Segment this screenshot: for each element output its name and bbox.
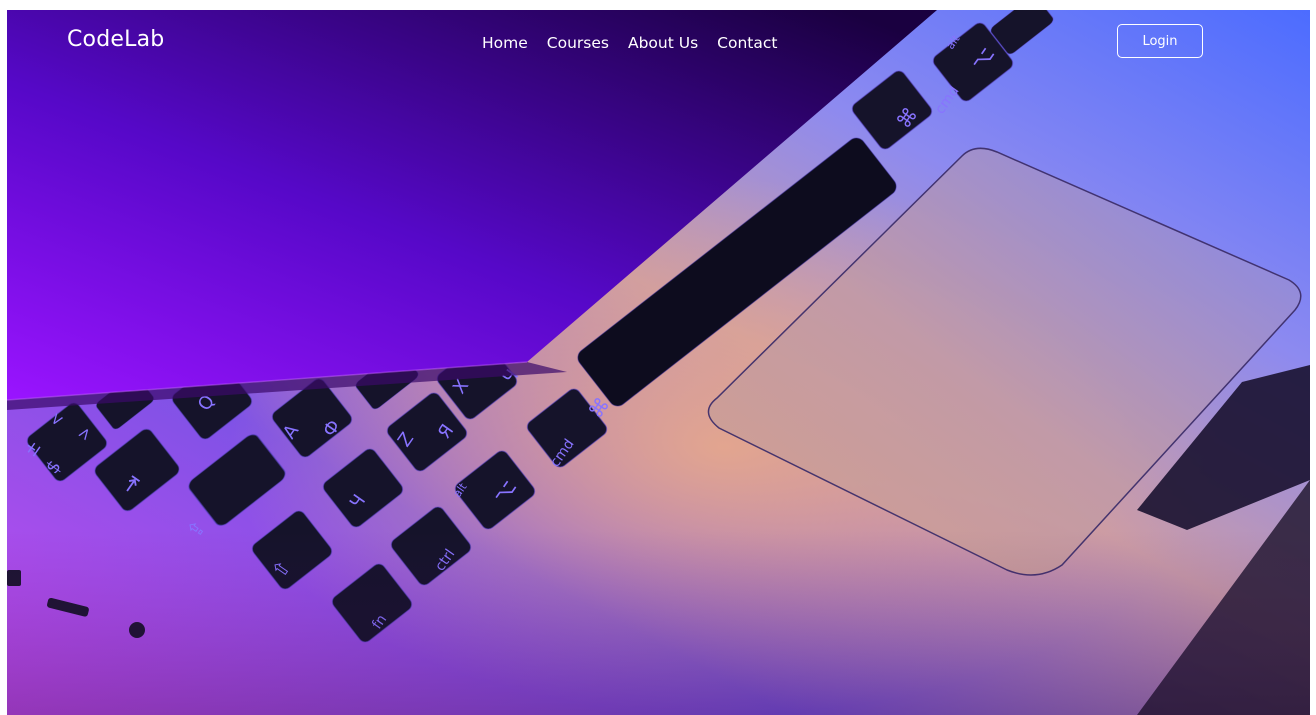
nav-item-about-us: About Us: [628, 33, 698, 52]
nav-link-courses[interactable]: Courses: [547, 34, 609, 52]
hero-laptop-image: ⌘ cmd ⌥ alt ctrl fn ⇧ ⇪ ⇥ Ч Ф А Я Z Х Ч …: [7, 10, 1310, 715]
nav-item-courses: Courses: [547, 33, 609, 52]
nav-item-home: Home: [482, 33, 528, 52]
top-navbar: CodeLab Home Courses About Us Contact Lo…: [7, 10, 1310, 74]
landing-page: ⌘ cmd ⌥ alt ctrl fn ⇧ ⇪ ⇥ Ч Ф А Я Z Х Ч …: [7, 10, 1310, 715]
login-button[interactable]: Login: [1117, 24, 1203, 58]
nav-link-contact[interactable]: Contact: [717, 34, 777, 52]
brand-logo-link[interactable]: CodeLab: [67, 27, 164, 52]
nav-link-about-us[interactable]: About Us: [628, 34, 698, 52]
nav-link-home[interactable]: Home: [482, 34, 528, 52]
nav-item-contact: Contact: [717, 33, 777, 52]
nav-links: Home Courses About Us Contact: [482, 33, 796, 52]
